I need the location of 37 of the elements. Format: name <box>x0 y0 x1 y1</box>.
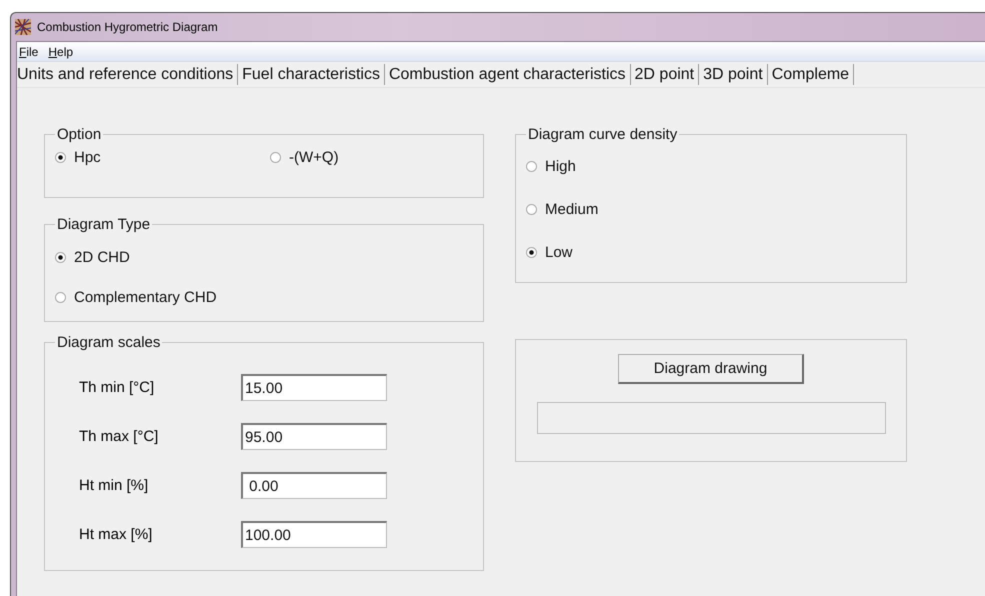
window-title: Combustion Hygrometric Diagram <box>37 20 218 34</box>
radio-label: Hpc <box>74 149 101 166</box>
group-title: Diagram curve density <box>527 126 678 143</box>
tab[interactable]: Fuel characteristics <box>238 64 385 85</box>
radio-label: 2D CHD <box>74 248 130 266</box>
radio-label: -(W+Q) <box>289 149 339 166</box>
group-title: Diagram scales <box>56 334 162 351</box>
field-label: Th max [°C] <box>79 428 160 445</box>
tab[interactable]: 3D point <box>699 64 768 85</box>
input-field[interactable]: 100.00 <box>241 521 387 548</box>
menu-item[interactable]: File <box>18 44 40 58</box>
tab[interactable]: 2D point <box>630 64 700 85</box>
input-field[interactable]: 95.00 <box>241 423 387 450</box>
radio-button[interactable] <box>270 152 281 163</box>
radio-label: Low <box>545 244 573 261</box>
app-icon <box>15 19 31 35</box>
diagram-drawing-button[interactable]: Diagram drawing <box>618 354 804 384</box>
field-label: Th min [°C] <box>79 379 156 396</box>
tab[interactable]: Units and reference conditions <box>17 64 238 85</box>
menu-item[interactable]: Help <box>47 44 74 58</box>
radio-button[interactable] <box>55 292 66 302</box>
input-field[interactable]: 15.00 <box>241 374 387 401</box>
radio-label: High <box>545 158 576 175</box>
radio-button[interactable] <box>526 204 537 215</box>
radio-label: Complementary CHD <box>74 288 217 306</box>
radio-button[interactable] <box>55 152 66 163</box>
radio-button[interactable] <box>526 161 537 172</box>
tab[interactable]: Combustion agent characteristics <box>384 64 631 85</box>
group-title: Option <box>56 126 102 143</box>
radio-label: Medium <box>545 201 598 218</box>
group-title: Diagram Type <box>56 216 152 233</box>
field-label: Ht min [%] <box>79 477 150 494</box>
radio-button[interactable] <box>55 252 66 262</box>
input-field[interactable]: 0.00 <box>241 472 387 499</box>
field-label: Ht max [%] <box>79 526 154 543</box>
radio-button[interactable] <box>526 247 537 258</box>
tab[interactable]: Compleme <box>768 64 854 85</box>
